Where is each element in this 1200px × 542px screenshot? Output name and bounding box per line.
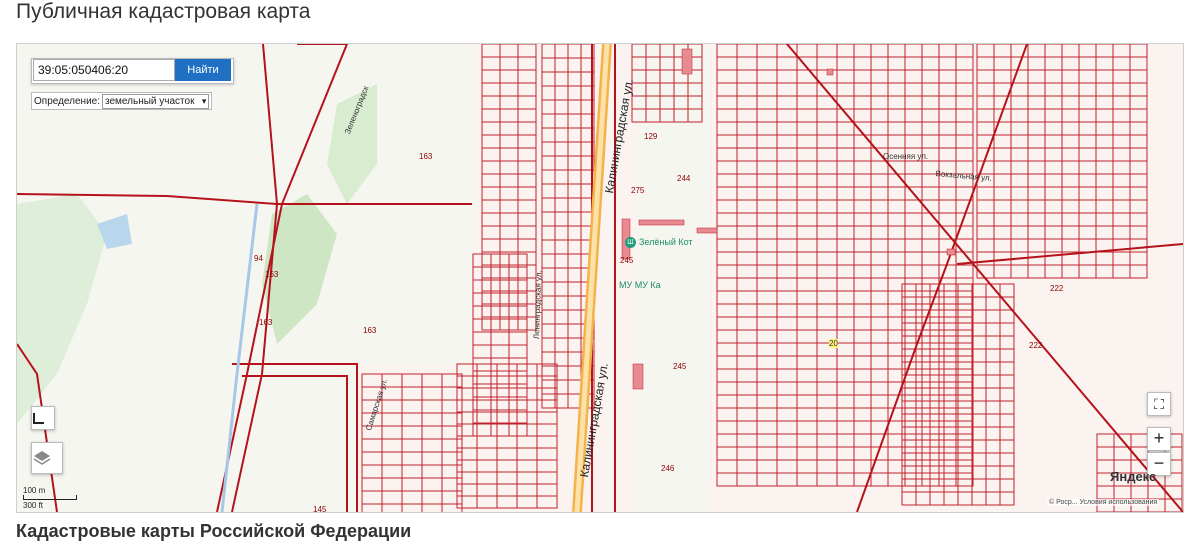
chevron-down-icon: ▾: [201, 95, 207, 106]
scale-imperial: 300 ft: [23, 501, 44, 510]
cadastral-number-input[interactable]: [33, 59, 175, 81]
find-button[interactable]: Найти: [175, 59, 231, 81]
zoom-in-button[interactable]: +: [1147, 427, 1171, 451]
map-scale: 100 m 300 ft: [23, 486, 77, 510]
definition-select[interactable]: земельный участок ▾: [102, 93, 210, 109]
section-title: Кадастровые карты Российской Федерации: [16, 521, 412, 541]
plus-icon: +: [1153, 428, 1165, 448]
cadastral-map[interactable]: 163 163 163 163 94 244 245 245 246 222 2…: [16, 43, 1184, 513]
scale-bar: [23, 495, 77, 500]
layers-icon: [33, 451, 51, 465]
ruler-icon: [33, 413, 44, 424]
map-copyright[interactable]: © Роср... Условия использования: [1047, 499, 1160, 506]
definition-label: Определение:: [34, 95, 101, 107]
yandex-logo: Яндекс: [1110, 469, 1157, 484]
fullscreen-button[interactable]: ⛶: [1147, 392, 1171, 416]
map-canvas[interactable]: [17, 44, 1183, 512]
definition-row: Определение: земельный участок ▾: [31, 92, 213, 110]
layers-button[interactable]: [31, 442, 63, 474]
page-title: Публичная кадастровая карта: [16, 0, 311, 23]
ruler-button[interactable]: [31, 406, 55, 430]
scale-metric: 100 m: [23, 486, 46, 495]
fullscreen-icon: ⛶: [1154, 396, 1164, 412]
definition-selected-value: земельный участок: [105, 95, 195, 107]
